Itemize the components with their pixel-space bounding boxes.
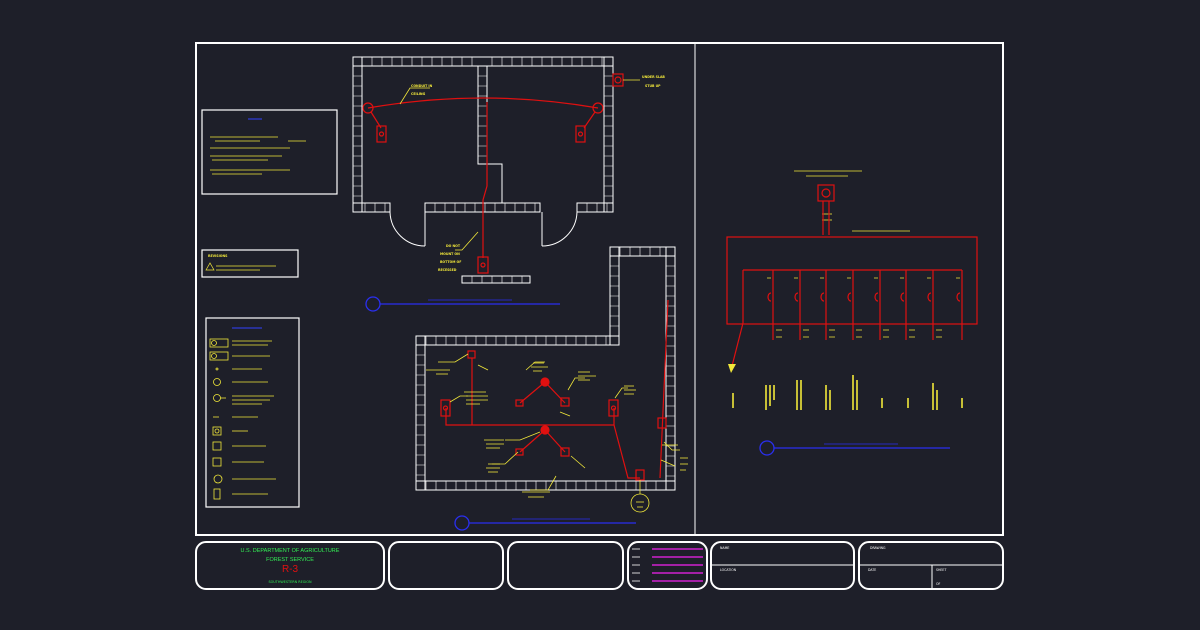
agency-name: U.S. DEPARTMENT OF AGRICULTURE <box>241 548 340 554</box>
region-subtitle: SOUTHWESTERN REGION <box>268 580 312 584</box>
mount-note-2: MOUNT ON <box>440 252 460 256</box>
name-field-label: NAME <box>720 546 729 550</box>
symbol-legend-box <box>205 317 300 508</box>
revisions-box: REVISIONS <box>201 249 299 278</box>
conduit-label: CONDUIT IN <box>411 84 433 88</box>
electrical-plan-sheet: REVISIONS CONDUIT IN CEILING UNDER SLAB … <box>195 42 1004 590</box>
region-number: R-3 <box>282 564 299 575</box>
mount-note-3: BOTTOM OF <box>440 260 461 264</box>
mount-note-1: DO NOT <box>446 244 461 248</box>
sheet-of-label: OF <box>936 582 941 586</box>
stub-up-label: STUB UP <box>645 84 661 88</box>
upper-plan-callout <box>365 296 560 312</box>
revisions-title: REVISIONS <box>208 254 228 258</box>
mount-note-4: RECESSED <box>438 268 457 272</box>
lower-plan-callout <box>454 515 636 531</box>
lower-floor-plan <box>415 246 676 491</box>
general-notes-box <box>201 109 338 195</box>
service-name: FOREST SERVICE <box>266 557 314 563</box>
cad-drawing-canvas: REVISIONS CONDUIT IN CEILING UNDER SLAB … <box>0 0 1200 630</box>
sheet-field-label: SHEET <box>936 568 946 572</box>
location-field-label: LOCATION <box>720 568 737 572</box>
date-field-label: DATE <box>868 568 876 572</box>
under-slab-label: UNDER SLAB <box>642 75 665 79</box>
panel-callout <box>759 440 950 456</box>
lower-plan-leaders <box>438 353 680 513</box>
upper-plan-wiring <box>362 73 624 274</box>
lower-plan-label-bars <box>426 362 688 508</box>
sheet-border <box>195 42 1004 536</box>
panel-riser-diagram <box>726 170 978 410</box>
conduit-label-2: CEILING <box>411 92 426 96</box>
drawing-field-label: DRAWING <box>870 546 886 550</box>
